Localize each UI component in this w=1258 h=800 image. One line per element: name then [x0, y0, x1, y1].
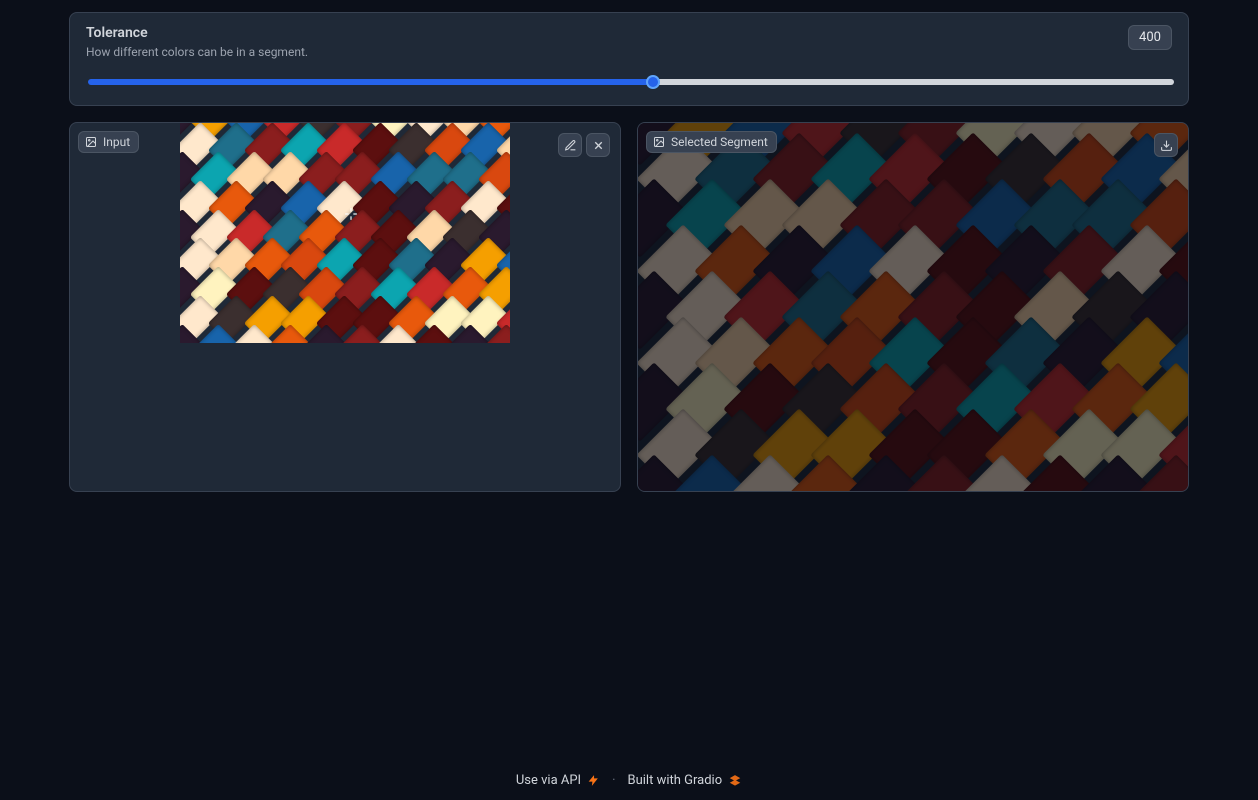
output-image-label-chip: Selected Segment [646, 131, 777, 153]
tolerance-slider[interactable] [88, 79, 1174, 85]
clear-button[interactable] [586, 133, 610, 157]
tolerance-panel: Tolerance How different colors can be in… [69, 12, 1189, 106]
input-image-panel: Input [69, 122, 621, 492]
output-image [638, 123, 1188, 491]
input-image[interactable] [180, 123, 510, 343]
segment-mask-overlay [638, 123, 1188, 491]
gradio-logo-icon [728, 774, 742, 788]
built-with-gradio-link[interactable]: Built with Gradio [628, 773, 743, 788]
edit-button[interactable] [558, 133, 582, 157]
footer-separator: · [612, 773, 615, 788]
footer: Use via API · Built with Gradio [0, 757, 1258, 800]
use-via-api-link[interactable]: Use via API [516, 773, 600, 788]
input-image-label-chip: Input [78, 131, 139, 153]
tolerance-value-input[interactable]: 400 [1128, 25, 1172, 50]
tolerance-label: Tolerance [86, 25, 308, 41]
image-icon [653, 136, 665, 148]
image-icon [85, 136, 97, 148]
output-image-label-text: Selected Segment [671, 135, 768, 149]
api-icon [587, 774, 600, 787]
download-button[interactable] [1154, 133, 1178, 157]
input-image-label-text: Input [103, 135, 130, 149]
tolerance-description: How different colors can be in a segment… [86, 45, 308, 59]
output-image-panel: Selected Segment [637, 122, 1189, 492]
